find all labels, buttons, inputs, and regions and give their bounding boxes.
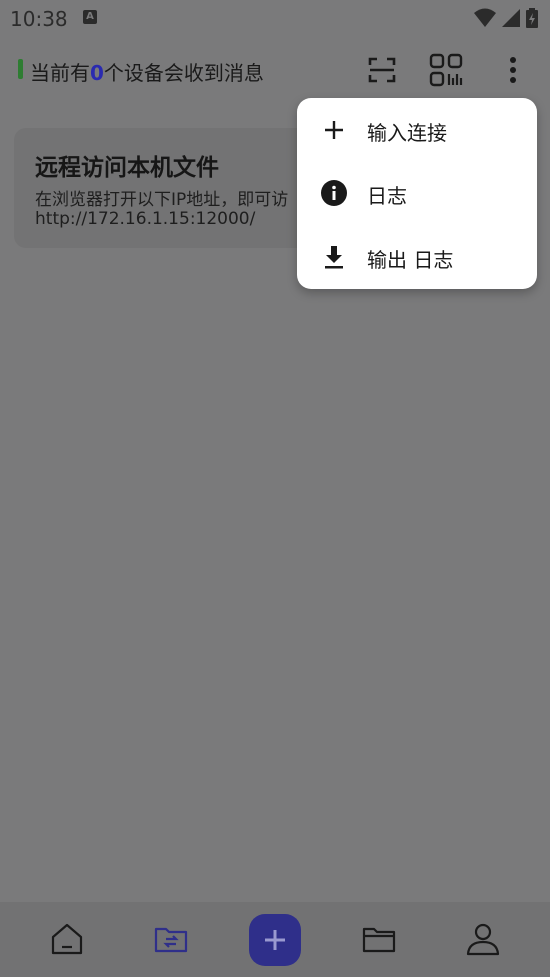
home-icon [51,923,83,955]
status-icons [474,8,538,28]
menu-item-log[interactable]: 日志 [297,161,537,225]
menu-item-label: 输出 日志 [367,248,454,272]
info-icon [321,180,347,206]
device-count: 0 [90,61,104,85]
card-url: http://172.16.1.15:12000/ [35,209,256,229]
qr-code-icon [429,53,463,87]
menu-item-label: 输入连接 [367,121,447,145]
qr-code-button[interactable] [426,50,466,90]
scan-button[interactable] [362,50,402,90]
folder-icon [362,927,396,953]
overflow-menu: 输入连接 日志 输出 日志 [297,98,537,289]
profile-icon [466,923,500,956]
status-time: 10:38 [10,7,68,31]
signal-icon [502,9,520,27]
plus-icon [325,121,343,139]
nav-profile[interactable] [465,921,501,957]
battery-icon [526,8,538,28]
add-icon [265,930,285,950]
menu-item-label: 日志 [367,184,407,208]
add-button[interactable] [249,914,301,966]
app-bar: 当前有0个设备会收到消息 [0,44,550,96]
nav-home[interactable] [49,921,85,957]
nav-files[interactable] [361,921,397,957]
wifi-icon [474,8,496,27]
device-status-text: 当前有0个设备会收到消息 [30,61,264,85]
status-bar: 10:38 A [0,0,550,38]
nav-file-transfer[interactable] [153,921,189,957]
notification-icon: A [83,10,97,24]
folder-transfer-icon [154,927,188,953]
menu-item-input-connection[interactable]: 输入连接 [297,98,537,162]
card-description: 在浏览器打开以下IP地址，即可访 [35,190,289,210]
device-status-indicator [18,59,23,79]
menu-item-export-log[interactable]: 输出 日志 [297,225,537,289]
scan-icon [368,57,396,83]
more-options-button[interactable] [493,50,533,90]
more-vert-icon [510,57,516,83]
card-title: 远程访问本机文件 [35,155,219,181]
download-icon [325,246,343,269]
